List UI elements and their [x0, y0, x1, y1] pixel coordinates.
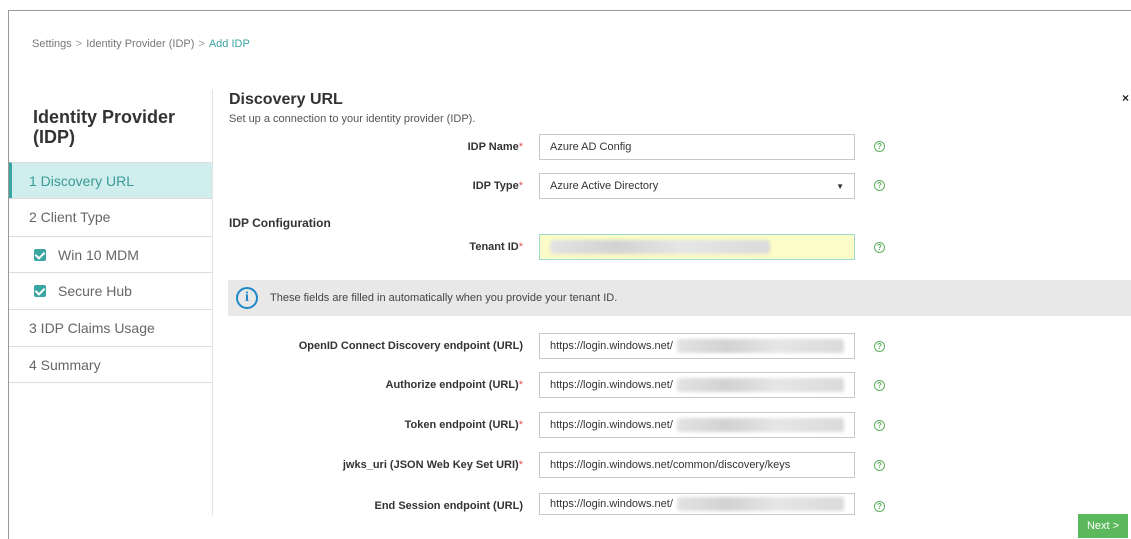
breadcrumb-separator: > [75, 38, 83, 50]
substep-label: Win 10 MDM [58, 246, 139, 263]
step-client-type[interactable]: 2 Client Type [9, 198, 212, 234]
step-discovery-url[interactable]: 1 Discovery URL [9, 162, 212, 198]
redacted-value [676, 418, 844, 432]
authorize-endpoint-input[interactable]: https://login.windows.net/ [539, 372, 855, 398]
help-icon[interactable]: ? [874, 420, 885, 431]
token-endpoint-label: Token endpoint (URL)* [404, 419, 523, 431]
checkbox-checked-icon[interactable] [34, 248, 46, 261]
step-summary[interactable]: 4 Summary [9, 346, 212, 382]
substep-win10-mdm[interactable]: Win 10 MDM [9, 236, 212, 272]
end-session-label: End Session endpoint (URL) [374, 500, 524, 512]
substep-label: Secure Hub [58, 282, 132, 299]
idp-type-label: IDP Type* [472, 180, 523, 192]
info-banner: i These fields are filled in automatical… [228, 280, 1131, 316]
required-marker: * [518, 379, 523, 391]
step-label: 1 Discovery URL [29, 172, 135, 189]
tenant-id-input[interactable] [539, 234, 855, 260]
help-icon[interactable]: ? [874, 242, 885, 253]
required-marker: * [518, 459, 523, 471]
info-text: These fields are filled in automatically… [270, 292, 618, 304]
info-icon: i [236, 287, 258, 309]
section-subtitle: Set up a connection to your identity pro… [229, 113, 476, 125]
required-marker: * [518, 141, 523, 153]
checkbox-checked-icon[interactable] [34, 284, 46, 297]
idp-name-label: IDP Name* [467, 141, 523, 153]
help-icon[interactable]: ? [874, 180, 885, 191]
breadcrumb-settings[interactable]: Settings [32, 38, 72, 50]
end-session-input[interactable]: https://login.windows.net/ [539, 493, 855, 515]
section-title: Discovery URL [229, 91, 343, 108]
sidebar-divider [9, 382, 212, 383]
help-icon[interactable]: ? [874, 501, 885, 512]
step-label: 2 Client Type [29, 208, 111, 225]
token-endpoint-input[interactable]: https://login.windows.net/ [539, 412, 855, 438]
step-label: 4 Summary [29, 356, 101, 373]
chevron-down-icon: ▼ [836, 181, 844, 191]
next-button[interactable]: Next > [1078, 514, 1128, 538]
panel-divider [212, 90, 213, 515]
required-marker: * [518, 180, 523, 192]
step-idp-claims-usage[interactable]: 3 IDP Claims Usage [9, 309, 212, 345]
breadcrumb-separator: > [198, 38, 205, 50]
openid-discovery-input[interactable]: https://login.windows.net/ [539, 333, 855, 359]
redacted-value [676, 378, 844, 392]
breadcrumb-identity-provider[interactable]: Identity Provider (IDP) [86, 38, 194, 50]
required-marker: * [518, 241, 523, 253]
idp-type-select[interactable]: Azure Active Directory ▼ [539, 173, 855, 199]
openid-discovery-label: OpenID Connect Discovery endpoint (URL) [298, 340, 523, 352]
redacted-value [676, 339, 844, 353]
jwks-uri-input[interactable]: https://login.windows.net/common/discove… [539, 452, 855, 478]
idp-configuration-heading: IDP Configuration [229, 216, 331, 230]
idp-name-input[interactable]: Azure AD Config [539, 134, 855, 160]
redacted-value [550, 240, 770, 254]
help-icon[interactable]: ? [874, 460, 885, 471]
help-icon[interactable]: ? [874, 380, 885, 391]
sidebar-title: Identity Provider (IDP) [33, 107, 176, 147]
breadcrumb-add-idp: Add IDP [208, 38, 250, 50]
step-label: 3 IDP Claims Usage [29, 319, 155, 336]
redacted-value [676, 497, 844, 511]
authorize-endpoint-label: Authorize endpoint (URL)* [385, 379, 523, 391]
jwks-uri-label: jwks_uri (JSON Web Key Set URI)* [342, 459, 523, 471]
help-icon[interactable]: ? [874, 141, 885, 152]
required-marker: * [518, 419, 523, 431]
substep-secure-hub[interactable]: Secure Hub [9, 272, 212, 308]
close-icon[interactable]: × [1122, 91, 1129, 105]
breadcrumb: Settings > Identity Provider (IDP) > Add IDP [32, 38, 250, 50]
tenant-id-label: Tenant ID* [469, 241, 523, 253]
help-icon[interactable]: ? [874, 341, 885, 352]
